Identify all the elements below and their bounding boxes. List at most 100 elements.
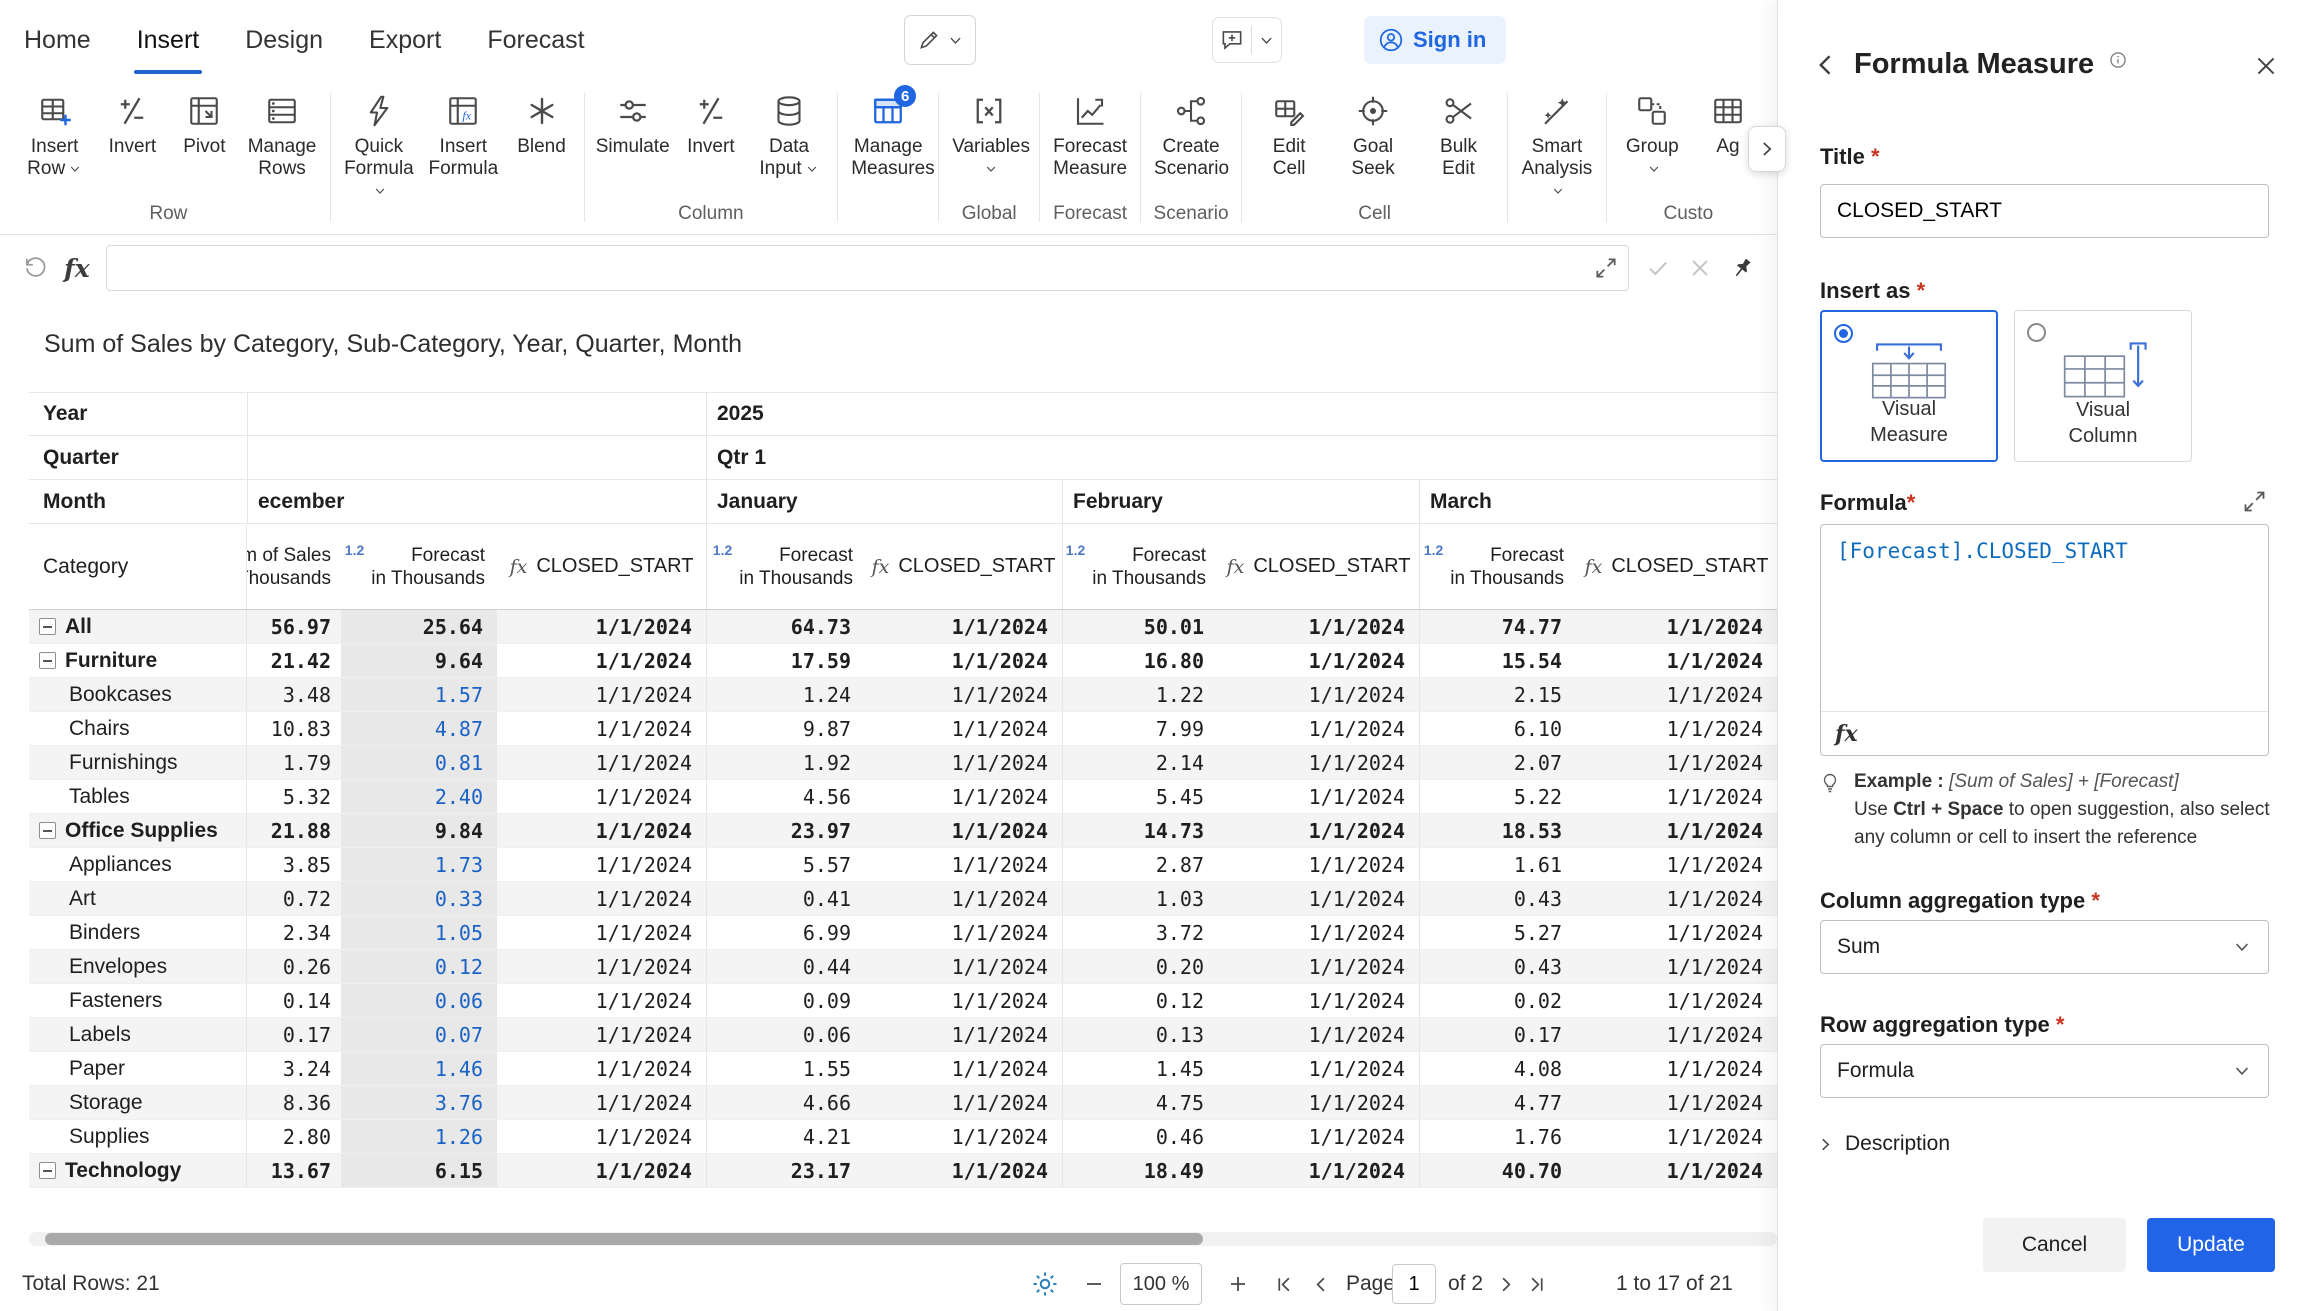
row-aggregation-select[interactable]: Formula <box>1820 1044 2269 1098</box>
table-row-paper[interactable]: Paper3.241.461/1/20241.551/1/20241.451/1… <box>29 1052 1777 1086</box>
ribbon-button-insert-row[interactable]: Insert Row <box>14 87 95 180</box>
ribbon-button-data-input[interactable]: Data Input <box>748 87 830 180</box>
info-icon[interactable] <box>2108 50 2128 70</box>
ribbon-button-variables[interactable]: Variables <box>946 87 1032 180</box>
last-page-button[interactable] <box>1524 1273 1547 1296</box>
cancel-icon[interactable] <box>1687 255 1713 281</box>
table-row-furnishings[interactable]: Furnishings1.790.811/1/20241.921/1/20242… <box>29 746 1777 780</box>
ribbon-button-pivot[interactable]: Pivot <box>169 87 239 180</box>
next-page-button[interactable] <box>1494 1273 1517 1296</box>
ribbon-button-blend[interactable]: Blend <box>507 87 577 202</box>
back-icon[interactable] <box>1812 51 1840 79</box>
ribbon-button-group[interactable]: Group <box>1614 87 1691 180</box>
table-row-furniture[interactable]: Furniture21.429.641/1/202417.591/1/20241… <box>29 644 1777 678</box>
panel-expand-button[interactable] <box>1748 126 1786 172</box>
cancel-button[interactable]: Cancel <box>1983 1218 2126 1272</box>
forecast-input-cell[interactable]: 1.46 <box>341 1052 497 1085</box>
collapse-icon[interactable] <box>39 822 56 839</box>
forecast-input-cell[interactable]: 1.05 <box>341 916 497 949</box>
ribbon-button-simulate[interactable]: Simulate <box>592 87 674 180</box>
table-row-binders[interactable]: Binders2.341.051/1/20246.991/1/20243.721… <box>29 916 1777 950</box>
forecast-input-cell[interactable]: 0.81 <box>341 746 497 779</box>
table-row-fasteners[interactable]: Fasteners0.140.061/1/20240.091/1/20240.1… <box>29 984 1777 1018</box>
zoom-level[interactable]: 100 % <box>1120 1263 1202 1305</box>
update-button[interactable]: Update <box>2147 1218 2275 1272</box>
forecast-input-cell[interactable]: 2.40 <box>341 780 497 813</box>
ribbon-button-smart-analysis[interactable]: Smart Analysis <box>1515 87 1599 202</box>
forecast-input-cell[interactable]: 0.06 <box>341 984 497 1017</box>
ribbon-button-create-scenario[interactable]: Create Scenario <box>1148 87 1234 180</box>
formula-input[interactable] <box>106 245 1629 291</box>
tab-forecast[interactable]: Forecast <box>487 0 584 81</box>
collapse-icon[interactable] <box>39 1162 56 1179</box>
table-row-envelopes[interactable]: Envelopes0.260.121/1/20240.441/1/20240.2… <box>29 950 1777 984</box>
description-toggle[interactable]: Description <box>1816 1132 1950 1156</box>
numeric-format-icon: 1.2 <box>345 542 364 558</box>
ribbon-button-edit-cell[interactable]: Edit Cell <box>1249 87 1329 180</box>
collapse-icon[interactable] <box>39 618 56 635</box>
title-input[interactable] <box>1820 184 2269 238</box>
table-row-tables[interactable]: Tables5.322.401/1/20244.561/1/20245.451/… <box>29 780 1777 814</box>
table-row-office-supplies[interactable]: Office Supplies21.889.841/1/202423.971/1… <box>29 814 1777 848</box>
insert-as-option-label: Visual Column <box>2058 397 2148 449</box>
ribbon-button-bulk-edit[interactable]: Bulk Edit <box>1417 87 1500 180</box>
column-aggregation-select[interactable]: Sum <box>1820 920 2269 974</box>
ribbon-button-invert[interactable]: Invert <box>676 87 746 180</box>
tab-home[interactable]: Home <box>24 0 91 81</box>
add-comment-button[interactable] <box>1219 27 1245 53</box>
tab-export[interactable]: Export <box>369 0 441 81</box>
expand-formula-icon[interactable] <box>2241 488 2268 515</box>
scrollbar-thumb[interactable] <box>45 1233 1203 1245</box>
column-header-category: Category <box>29 524 247 609</box>
confirm-icon[interactable] <box>1645 255 1671 281</box>
page-number-input[interactable] <box>1392 1264 1436 1304</box>
table-row-art[interactable]: Art0.720.331/1/20240.411/1/20241.031/1/2… <box>29 882 1777 916</box>
close-icon[interactable] <box>2252 52 2280 80</box>
first-page-button[interactable] <box>1274 1273 1297 1296</box>
table-row-labels[interactable]: Labels0.170.071/1/20240.061/1/20240.131/… <box>29 1018 1777 1052</box>
forecast-input-cell[interactable]: 0.12 <box>341 950 497 983</box>
pin-icon[interactable] <box>1724 250 1760 286</box>
radio-unselected[interactable] <box>2027 323 2046 342</box>
gear-icon[interactable] <box>1030 1269 1060 1299</box>
ribbon-button-invert[interactable]: Invert <box>97 87 167 180</box>
table-row-storage[interactable]: Storage8.363.761/1/20244.661/1/20244.751… <box>29 1086 1777 1120</box>
ribbon-button-quick-formula[interactable]: Quick Formula <box>338 87 420 202</box>
comment-options-button[interactable] <box>1258 32 1275 49</box>
zoom-out-button[interactable] <box>1082 1272 1106 1296</box>
sign-in-button[interactable]: Sign in <box>1364 16 1506 64</box>
forecast-input-cell[interactable]: 4.87 <box>341 712 497 745</box>
forecast-input-cell[interactable]: 0.33 <box>341 882 497 915</box>
forecast-input-cell[interactable]: 0.07 <box>341 1018 497 1051</box>
forecast-input-cell[interactable]: 1.73 <box>341 848 497 881</box>
design-tools-button[interactable] <box>904 15 976 65</box>
horizontal-scrollbar[interactable] <box>29 1232 1777 1246</box>
insert-as-option-visual-measure[interactable]: Visual Measure <box>1820 310 1998 462</box>
table-row-chairs[interactable]: Chairs10.834.871/1/20249.871/1/20247.991… <box>29 712 1777 746</box>
undo-icon[interactable] <box>22 255 48 281</box>
collapse-icon[interactable] <box>39 652 56 669</box>
formula-code[interactable]: [Forecast].CLOSED_START <box>1821 525 2268 577</box>
value-cell: 1/1/2024 <box>1218 1018 1419 1051</box>
forecast-input-cell[interactable]: 1.26 <box>341 1120 497 1153</box>
ribbon-button-manage-measures[interactable]: 6Manage Measures <box>845 87 931 180</box>
formula-editor[interactable]: [Forecast].CLOSED_START fx <box>1820 524 2269 756</box>
forecast-input-cell[interactable]: 3.76 <box>341 1086 497 1119</box>
ribbon-button-goal-seek[interactable]: Goal Seek <box>1331 87 1414 180</box>
ribbon-button-forecast-measure[interactable]: Forecast Measure <box>1047 87 1133 180</box>
table-row-all[interactable]: All56.9725.641/1/202464.731/1/202450.011… <box>29 610 1777 644</box>
tab-insert[interactable]: Insert <box>137 0 200 81</box>
ribbon-button-insert-formula[interactable]: fxInsert Formula <box>422 87 504 202</box>
forecast-input-cell[interactable]: 1.57 <box>341 678 497 711</box>
expand-formula-bar-icon[interactable] <box>1593 255 1619 281</box>
zoom-in-button[interactable] <box>1226 1272 1250 1296</box>
tab-design[interactable]: Design <box>245 0 323 81</box>
radio-selected[interactable] <box>1834 324 1853 343</box>
table-row-supplies[interactable]: Supplies2.801.261/1/20244.211/1/20240.46… <box>29 1120 1777 1154</box>
table-row-bookcases[interactable]: Bookcases3.481.571/1/20241.241/1/20241.2… <box>29 678 1777 712</box>
table-row-technology[interactable]: Technology13.676.151/1/202423.171/1/2024… <box>29 1154 1777 1188</box>
table-row-appliances[interactable]: Appliances3.851.731/1/20245.571/1/20242.… <box>29 848 1777 882</box>
previous-page-button[interactable] <box>1310 1273 1333 1296</box>
insert-as-option-visual-column[interactable]: Visual Column <box>2014 310 2192 462</box>
ribbon-button-manage-rows[interactable]: Manage Rows <box>241 87 322 180</box>
